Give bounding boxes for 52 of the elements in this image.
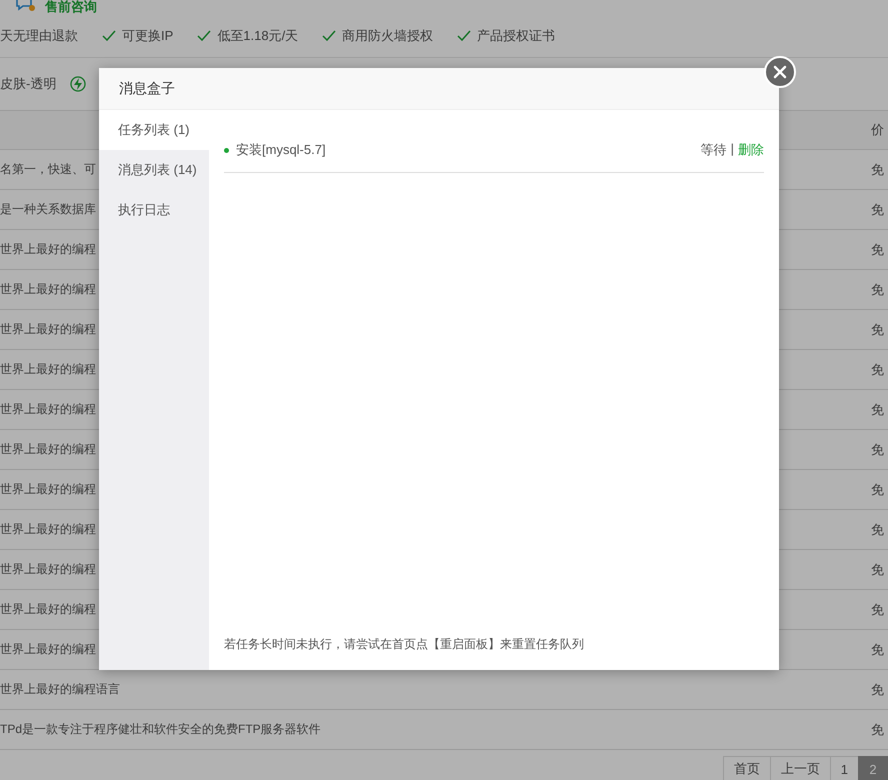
table-cell: 世界上最好的编程语言: [0, 681, 120, 698]
feature-label: 天无理由退款: [0, 26, 78, 44]
table-cell: 免: [871, 480, 884, 498]
table-cell: 世界上最好的编程: [0, 361, 96, 378]
table-cell: 免: [871, 400, 884, 418]
task-name: 安装[mysql-5.7]: [236, 141, 326, 159]
delete-link[interactable]: 删除: [738, 141, 764, 159]
page-button[interactable]: 首页: [722, 756, 771, 780]
dialog-title: 消息盒子: [99, 68, 779, 110]
table-cell: 世界上最好的编程: [0, 401, 96, 418]
task-status: 等待: [700, 141, 727, 159]
hint-text: 若任务长时间未执行，请尝试在首页点【重启面板】来重置任务队列: [224, 636, 585, 653]
table-cell: 世界上最好的编程: [0, 601, 96, 618]
table-cell: 免: [871, 240, 884, 258]
table-cell: 世界上最好的编程: [0, 281, 96, 298]
header-title: 售前咨询: [45, 0, 97, 14]
sidebar-tab[interactable]: 任务列表 (1): [99, 110, 209, 150]
close-icon: [773, 65, 787, 79]
table-cell: 世界上最好的编程: [0, 641, 96, 658]
table-cell: 世界上最好的编程: [0, 241, 96, 258]
feature-label: 产品授权证书: [477, 26, 556, 44]
separator: |: [730, 141, 734, 158]
table-cell: 免: [871, 520, 884, 538]
sidebar-tab[interactable]: 消息列表 (14): [99, 150, 209, 190]
table-cell: 世界上最好的编程: [0, 481, 96, 498]
feature-label: 商用防火墙授权: [342, 26, 434, 44]
table-cell: 世界上最好的编程: [0, 321, 96, 338]
table-cell: 免: [871, 560, 884, 578]
table-cell: 免: [871, 360, 884, 378]
table-cell: 免: [871, 640, 884, 658]
table-cell: 世界上最好的编程: [0, 561, 96, 578]
table-cell: 免: [871, 280, 884, 298]
table-cell: 免: [871, 600, 884, 618]
table-cell: 免: [871, 320, 884, 338]
status-dot: [224, 148, 229, 152]
table-cell: 免: [871, 720, 884, 738]
skin-label[interactable]: 皮肤-透明: [0, 75, 56, 93]
page-button[interactable]: 2: [858, 756, 888, 780]
feature-label: 可更换IP: [122, 26, 174, 44]
table-cell: TPd是一款专注于程序健壮和软件安全的免费FTP服务器软件: [0, 721, 321, 738]
table-cell: 是一种关系数据库: [0, 201, 96, 218]
lightning-icon[interactable]: [70, 76, 86, 92]
table-cell: 免: [871, 680, 884, 698]
table-cell: 世界上最好的编程: [0, 441, 96, 458]
table-cell: 名第一，快速、可: [0, 161, 96, 178]
table-cell: 免: [871, 200, 884, 218]
feature-label: 低至1.18元/天: [217, 26, 298, 44]
table-cell: 世界上最好的编程: [0, 521, 96, 538]
table-cell: 免: [871, 160, 884, 178]
table-cell: 免: [871, 440, 884, 458]
column-header: 价: [871, 121, 884, 139]
sidebar-tab[interactable]: 执行日志: [99, 190, 209, 230]
